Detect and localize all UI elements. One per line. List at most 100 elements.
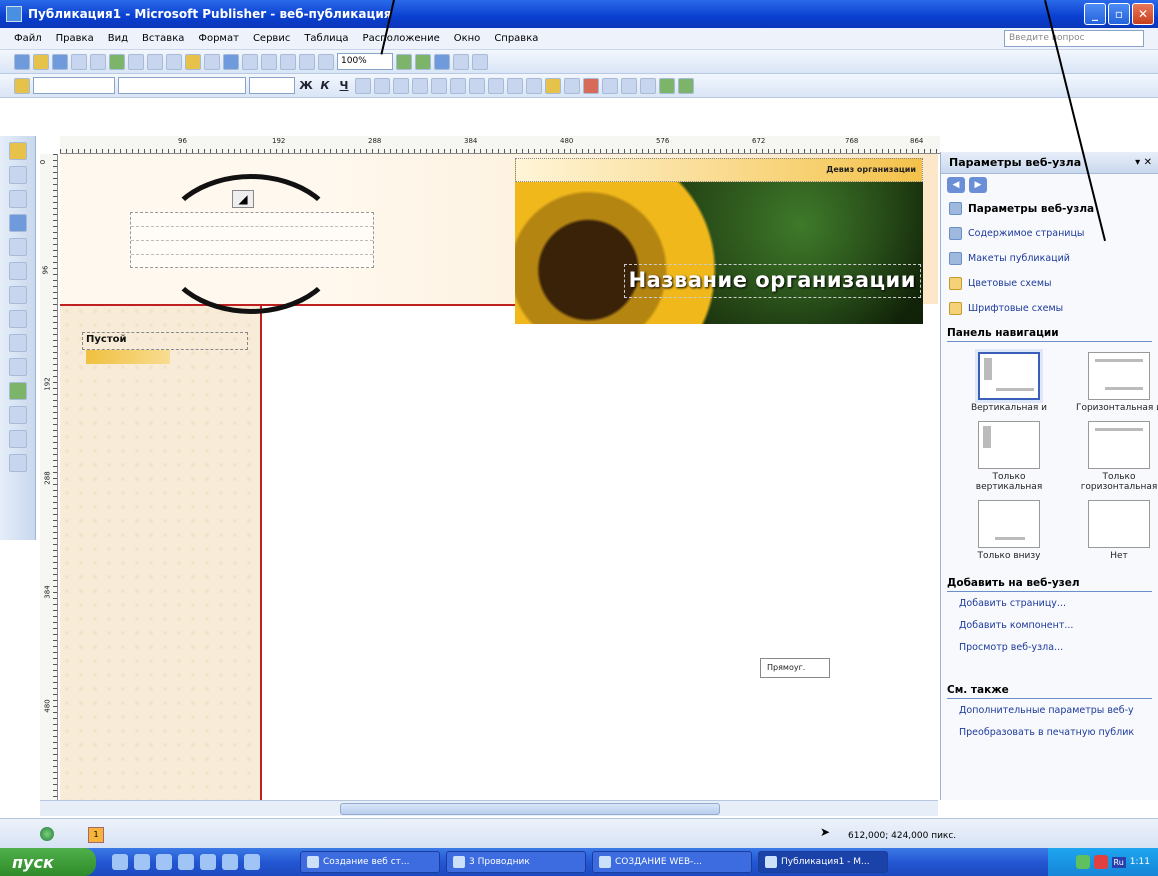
- nav-option-horizontal-and[interactable]: Горизонтальная и: [1069, 352, 1158, 413]
- link-page-content[interactable]: Содержимое страницы: [941, 221, 1158, 246]
- numbering-icon[interactable]: [431, 77, 447, 94]
- quick-launch-icon[interactable]: [178, 854, 194, 870]
- font-size-select[interactable]: [249, 77, 295, 94]
- cut-icon[interactable]: [147, 53, 163, 70]
- font-size-up-icon[interactable]: [507, 77, 523, 94]
- horizontal-ruler[interactable]: 96 192 288 384 480 576 672 768 864: [60, 136, 940, 154]
- line-color-icon[interactable]: [564, 77, 580, 94]
- minimize-button[interactable]: _: [1084, 3, 1106, 25]
- logo-symbol-icon[interactable]: ◢: [232, 190, 254, 208]
- increase-indent-icon[interactable]: [488, 77, 504, 94]
- quick-launch-icon[interactable]: [244, 854, 260, 870]
- nav-option-vertical-horizontal[interactable]: Вертикальная и: [959, 352, 1059, 413]
- menu-tools[interactable]: Сервис: [253, 33, 290, 44]
- bold-button[interactable]: Ж: [298, 79, 314, 92]
- font-name-select[interactable]: [118, 77, 246, 94]
- align-right-icon[interactable]: [393, 77, 409, 94]
- menu-table[interactable]: Таблица: [304, 33, 348, 44]
- zoom-in-icon[interactable]: [415, 53, 431, 70]
- font-color-icon[interactable]: [583, 77, 599, 94]
- link-web-options[interactable]: Параметры веб-узла: [941, 196, 1158, 221]
- maximize-button[interactable]: ▫: [1108, 3, 1130, 25]
- line-tool-icon[interactable]: [8, 262, 27, 280]
- text-box-icon[interactable]: [8, 166, 27, 184]
- menu-window[interactable]: Окно: [454, 33, 481, 44]
- convert-to-print-link[interactable]: Преобразовать в печатную публик: [941, 721, 1158, 743]
- html-fragment-icon[interactable]: [8, 430, 27, 448]
- wordart-icon[interactable]: [8, 214, 27, 232]
- oval-tool-icon[interactable]: [8, 310, 27, 328]
- tray-icon[interactable]: [1075, 855, 1090, 869]
- undo-icon[interactable]: [223, 53, 239, 70]
- task-pane-close-icon[interactable]: ▾ ✕: [1135, 157, 1152, 168]
- pilcrow-icon[interactable]: [318, 53, 334, 70]
- link-color-schemes[interactable]: Цветовые схемы: [941, 271, 1158, 296]
- vertical-ruler[interactable]: 0 96 192 288 384 480: [39, 154, 58, 800]
- taskbar-item[interactable]: СОЗДАНИЕ WEB-...: [592, 851, 752, 873]
- page-navigator-button[interactable]: 1: [88, 827, 104, 843]
- extra-tool-icon[interactable]: [472, 53, 488, 70]
- start-button[interactable]: пуск: [0, 848, 96, 876]
- menu-insert[interactable]: Вставка: [142, 33, 184, 44]
- nav-option-horizontal-only[interactable]: Только горизонтальная: [1069, 421, 1158, 492]
- menu-edit[interactable]: Правка: [56, 33, 94, 44]
- nav-option-vertical-only[interactable]: Только вертикальная: [959, 421, 1059, 492]
- hotspot-icon[interactable]: [8, 382, 27, 400]
- taskbar-item-active[interactable]: Публикация1 - М...: [758, 851, 888, 873]
- open-icon[interactable]: [33, 53, 49, 70]
- justify-icon[interactable]: [412, 77, 428, 94]
- save-icon[interactable]: [52, 53, 68, 70]
- 3d-icon[interactable]: [678, 77, 694, 94]
- horizontal-scrollbar[interactable]: [40, 800, 938, 816]
- web-preview-icon[interactable]: [453, 53, 469, 70]
- align-center-icon[interactable]: [374, 77, 390, 94]
- antivirus-icon[interactable]: [1093, 855, 1108, 869]
- style-select[interactable]: [33, 77, 115, 94]
- taskbar-item[interactable]: Создание веб ст...: [300, 851, 440, 873]
- autoshapes-icon[interactable]: [8, 358, 27, 376]
- nav-option-none[interactable]: Нет: [1069, 500, 1158, 561]
- bullets-icon[interactable]: [450, 77, 466, 94]
- research-icon[interactable]: [128, 53, 144, 70]
- forward-icon[interactable]: ▶: [969, 177, 987, 193]
- help-icon[interactable]: [434, 53, 450, 70]
- quick-launch-icon[interactable]: [134, 854, 150, 870]
- shadow-icon[interactable]: [659, 77, 675, 94]
- rectangle-tool-icon[interactable]: [8, 334, 27, 352]
- form-control-icon[interactable]: [8, 406, 27, 424]
- preview-site-link[interactable]: Просмотр веб-узла...: [941, 636, 1158, 658]
- logo-text-frame[interactable]: [130, 212, 374, 268]
- design-gallery-icon[interactable]: [8, 454, 27, 472]
- zoom-select[interactable]: 100%: [337, 53, 393, 70]
- font-size-down-icon[interactable]: [526, 77, 542, 94]
- link-font-schemes[interactable]: Шрифтовые схемы: [941, 296, 1158, 321]
- nav-option-bottom-only[interactable]: Только внизу: [959, 500, 1059, 561]
- menu-format[interactable]: Формат: [198, 33, 239, 44]
- menu-view[interactable]: Вид: [108, 33, 128, 44]
- italic-button[interactable]: К: [317, 79, 333, 92]
- zoom-out-icon[interactable]: [396, 53, 412, 70]
- select-pointer-icon[interactable]: [8, 142, 27, 160]
- link-publication-designs[interactable]: Макеты публикаций: [941, 246, 1158, 271]
- add-page-link[interactable]: Добавить страницу...: [941, 592, 1158, 614]
- taskbar-item[interactable]: 3 Проводник: [446, 851, 586, 873]
- dash-style-icon[interactable]: [621, 77, 637, 94]
- print-icon[interactable]: [71, 53, 87, 70]
- menu-help[interactable]: Справка: [494, 33, 538, 44]
- fill-color-icon[interactable]: [545, 77, 561, 94]
- line-style-icon[interactable]: [602, 77, 618, 94]
- back-icon[interactable]: ◀: [947, 177, 965, 193]
- motto-text-box[interactable]: Девиз организации: [515, 158, 923, 182]
- align-left-icon[interactable]: [355, 77, 371, 94]
- style-icon[interactable]: [14, 77, 30, 94]
- menu-file[interactable]: Файл: [14, 33, 42, 44]
- arrow-tool-icon[interactable]: [8, 286, 27, 304]
- close-button[interactable]: ✕: [1132, 3, 1154, 25]
- paste-icon[interactable]: [185, 53, 201, 70]
- more-web-options-link[interactable]: Дополнительные параметры веб-у: [941, 699, 1158, 721]
- table-tool-icon[interactable]: [8, 190, 27, 208]
- print-preview-icon[interactable]: [90, 53, 106, 70]
- quick-launch-icon[interactable]: [112, 854, 128, 870]
- redo-icon[interactable]: [242, 53, 258, 70]
- add-component-link[interactable]: Добавить компонент...: [941, 614, 1158, 636]
